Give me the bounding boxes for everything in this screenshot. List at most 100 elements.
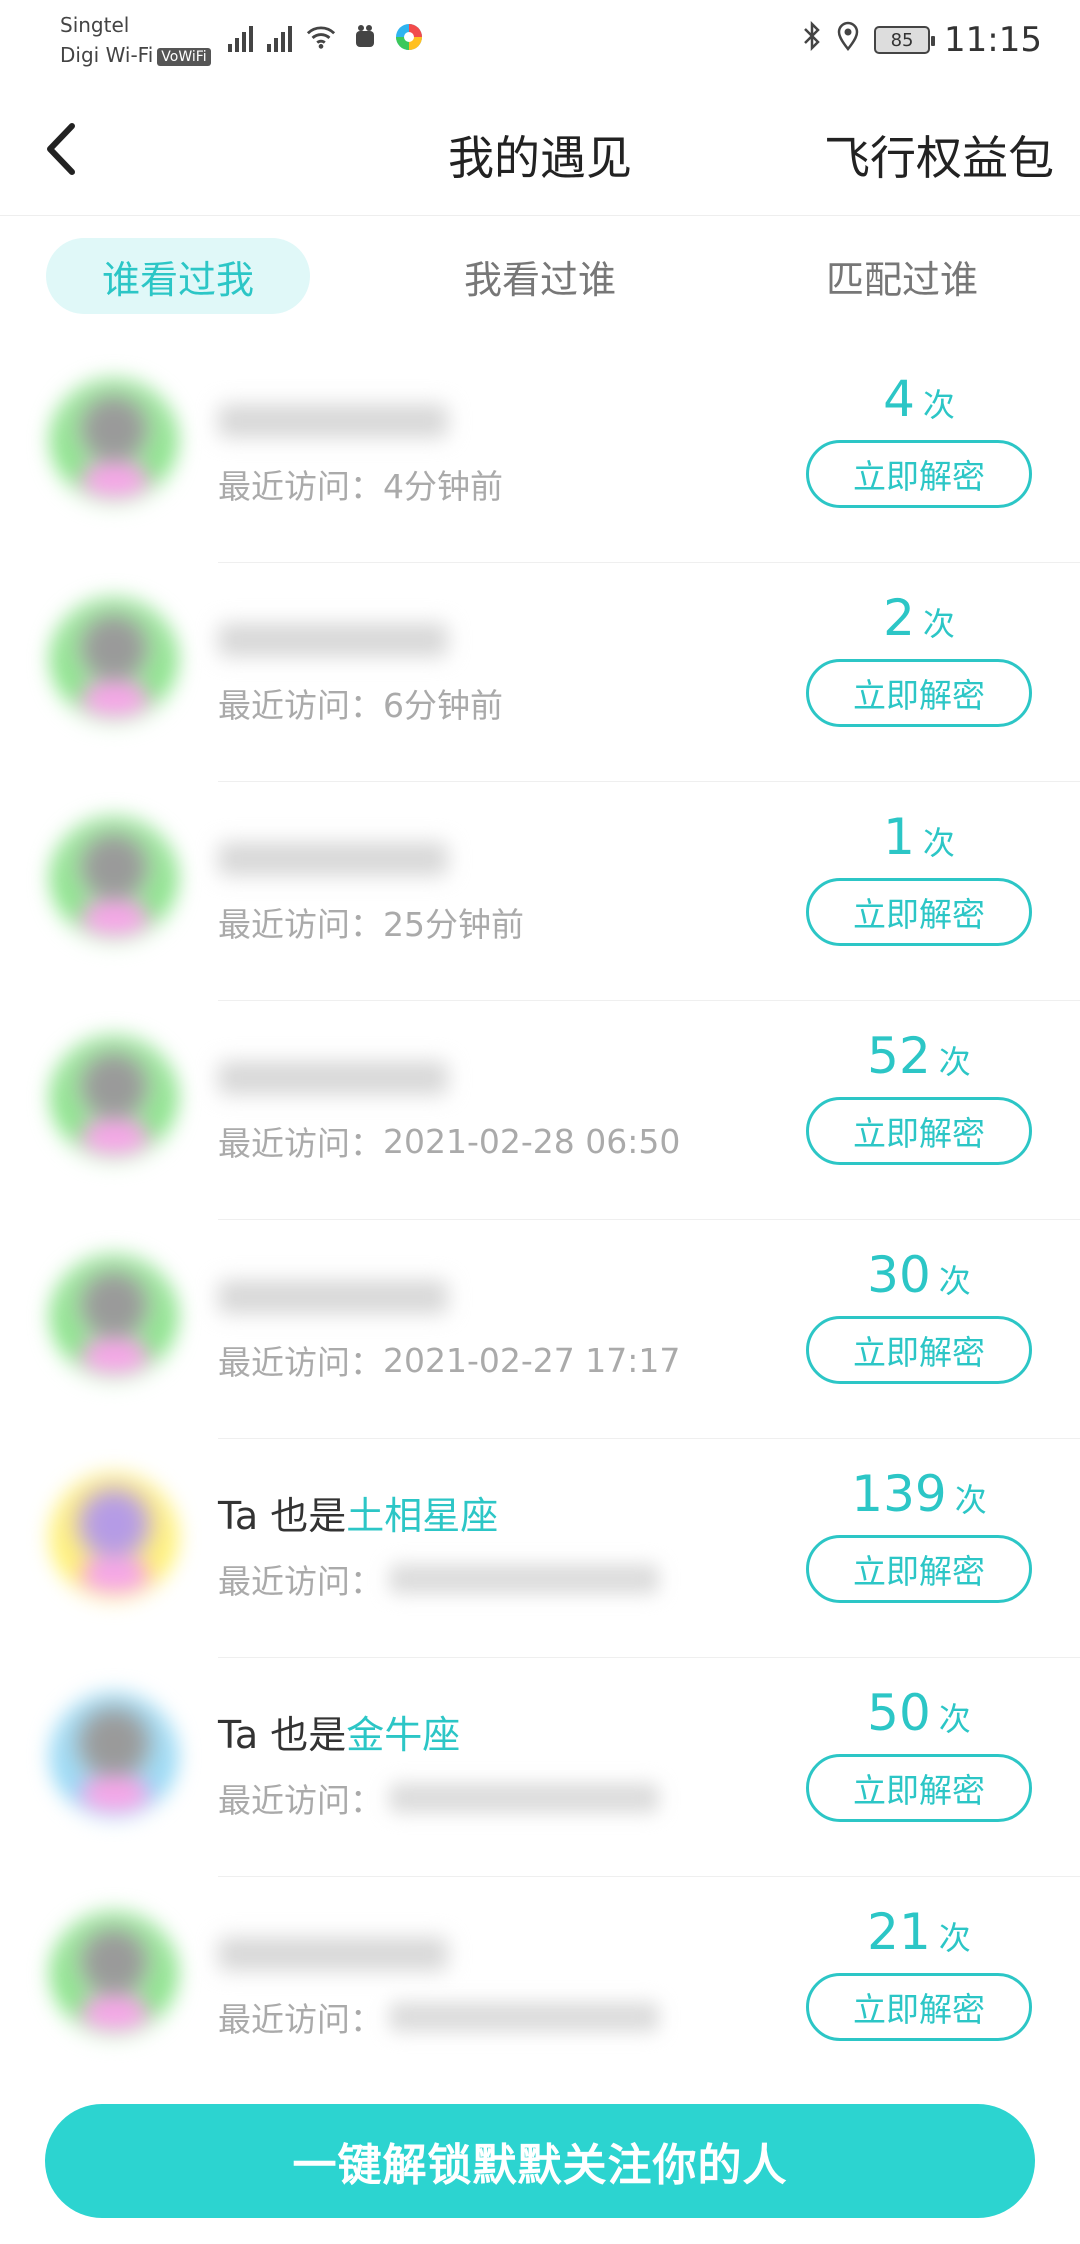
last-visit: 最近访问： [218, 1993, 659, 2041]
visit-count: 1次 [806, 808, 1032, 866]
last-visit-time: 2021-02-27 17:17 [383, 1340, 681, 1380]
last-visit: 最近访问： [218, 1774, 659, 1822]
unlock-button[interactable]: 立即解密 [806, 659, 1032, 727]
carrier-wifi-label: Digi Wi-Fi [60, 43, 154, 67]
list-item[interactable]: 最近访问： 6分钟前 2次 立即解密 [0, 563, 1080, 782]
last-visit-time: 4分钟前 [383, 467, 503, 506]
visit-count-number: 4 [883, 370, 915, 428]
blurred-name [218, 1280, 448, 1314]
visit-count-unit: 次 [938, 1919, 971, 1957]
visit-count-unit: 次 [922, 605, 955, 643]
last-visit-label: 最近访问： [218, 686, 383, 725]
visit-count: 52 次 [806, 1027, 1032, 1085]
visit-count-number: 50 [867, 1684, 931, 1742]
unlock-button[interactable]: 立即解密 [806, 1097, 1032, 1165]
avatar [50, 816, 178, 944]
list-item[interactable]: Ta 也是土相星座 最近访问： 139 次 立即解密 [0, 1439, 1080, 1658]
last-visit-label: 最近访问： [218, 1343, 383, 1382]
visit-count-number: 139 [851, 1465, 947, 1523]
flight-benefits-button[interactable]: 飞行权益包 [824, 122, 1054, 188]
visit-count-unit: 次 [938, 1700, 971, 1738]
last-visit-label: 最近访问： [218, 2000, 383, 2039]
visit-count-unit: 次 [938, 1262, 971, 1300]
app-notification-icon [350, 22, 380, 52]
visit-count-number: 1 [883, 808, 915, 866]
battery-level: 85 [890, 29, 914, 51]
avatar [50, 1692, 178, 1820]
unlock-button[interactable]: 立即解密 [806, 1754, 1032, 1822]
last-visit-label: 最近访问： [218, 1124, 383, 1163]
match-hint-prefix: Ta 也是 [218, 1494, 347, 1538]
status-icons-left [228, 22, 424, 52]
last-visit-time: 2021-02-28 06:50 [383, 1121, 681, 1161]
visit-count-number: 21 [867, 1903, 931, 1961]
match-hint-prefix: Ta 也是 [218, 1713, 347, 1757]
list-item[interactable]: 最近访问： 2021-02-27 17:17 30 次 立即解密 [0, 1220, 1080, 1439]
carrier-wifi: Digi Wi-Fi VoWiFi [60, 40, 211, 70]
list-item[interactable]: Ta 也是金牛座 最近访问： 50 次 立即解密 [0, 1658, 1080, 1877]
list-item[interactable]: 最近访问： 25分钟前 1次 立即解密 [0, 782, 1080, 1001]
visit-count: 139 次 [806, 1465, 1032, 1523]
blurred-visit-time [389, 1564, 659, 1594]
visit-count: 2次 [806, 589, 1032, 647]
tab-who-matched[interactable]: 匹配过谁 [770, 238, 1034, 314]
tab-who-i-viewed[interactable]: 我看过谁 [408, 238, 672, 314]
last-visit: 最近访问： 25分钟前 [218, 898, 524, 946]
avatar [50, 1035, 178, 1163]
visitor-list: 最近访问： 4分钟前 4次 立即解密 最近访问： 6分钟前 2次 立即解密 最近访问… [0, 344, 1080, 2096]
blurred-name [218, 623, 448, 657]
visit-count-unit: 次 [938, 1043, 971, 1081]
last-visit: 最近访问： 6分钟前 [218, 679, 503, 727]
tab-bar: 谁看过我 我看过谁 匹配过谁 [0, 238, 1080, 314]
visit-count-unit: 次 [922, 386, 955, 424]
visit-count: 4次 [806, 370, 1032, 428]
last-visit: 最近访问： 4分钟前 [218, 460, 503, 508]
unlock-button[interactable]: 立即解密 [806, 1535, 1032, 1603]
last-visit: 最近访问： [218, 1555, 659, 1603]
tab-who-viewed-me[interactable]: 谁看过我 [46, 238, 310, 314]
blurred-name [218, 1937, 448, 1971]
match-hint-sign: 金牛座 [346, 1713, 461, 1757]
last-visit-time: 25分钟前 [383, 905, 524, 944]
status-bar: Singtel Digi Wi-Fi VoWiFi 85 11:15 [0, 0, 1080, 84]
last-visit-time: 6分钟前 [383, 686, 503, 725]
visit-count-number: 52 [867, 1027, 931, 1085]
visit-count-unit: 次 [922, 824, 955, 862]
location-icon [836, 20, 860, 60]
nav-bar: 我的遇见 飞行权益包 [0, 84, 1080, 216]
unlock-button[interactable]: 立即解密 [806, 1316, 1032, 1384]
blurred-name [218, 842, 448, 876]
unlock-all-button[interactable]: 一键解锁默默关注你的人 [45, 2104, 1035, 2218]
list-item[interactable]: 最近访问： 2021-02-28 06:50 52 次 立即解密 [0, 1001, 1080, 1220]
clock: 11:15 [944, 20, 1042, 60]
last-visit-label: 最近访问： [218, 1562, 383, 1601]
avatar [50, 1254, 178, 1382]
blurred-name [218, 404, 448, 438]
status-icons-right: 85 11:15 [802, 20, 1042, 60]
unlock-button[interactable]: 立即解密 [806, 878, 1032, 946]
list-item[interactable]: 最近访问： 21 次 立即解密 [0, 1877, 1080, 2096]
list-item[interactable]: 最近访问： 4分钟前 4次 立即解密 [0, 344, 1080, 563]
vowifi-badge: VoWiFi [157, 47, 211, 66]
blurred-visit-time [389, 1783, 659, 1813]
bluetooth-icon [802, 20, 822, 60]
last-visit-label: 最近访问： [218, 905, 383, 944]
last-visit: 最近访问： 2021-02-27 17:17 [218, 1336, 680, 1384]
battery-icon: 85 [874, 26, 936, 54]
avatar [50, 1473, 178, 1601]
avatar [50, 378, 178, 506]
signal-roaming-icon [267, 22, 292, 52]
unlock-button[interactable]: 立即解密 [806, 440, 1032, 508]
visit-count-number: 30 [867, 1246, 931, 1304]
carrier-info: Singtel Digi Wi-Fi VoWiFi [60, 10, 211, 70]
match-hint: Ta 也是金牛座 [218, 1704, 460, 1759]
signal-icon [228, 22, 253, 52]
last-visit-label: 最近访问： [218, 467, 383, 506]
app-pinwheel-icon [394, 22, 424, 52]
unlock-button[interactable]: 立即解密 [806, 1973, 1032, 2041]
avatar [50, 1911, 178, 2039]
last-visit-label: 最近访问： [218, 1781, 383, 1820]
visit-count: 50 次 [806, 1684, 1032, 1742]
match-hint-sign: 土相星座 [346, 1494, 499, 1538]
visit-count-number: 2 [883, 589, 915, 647]
